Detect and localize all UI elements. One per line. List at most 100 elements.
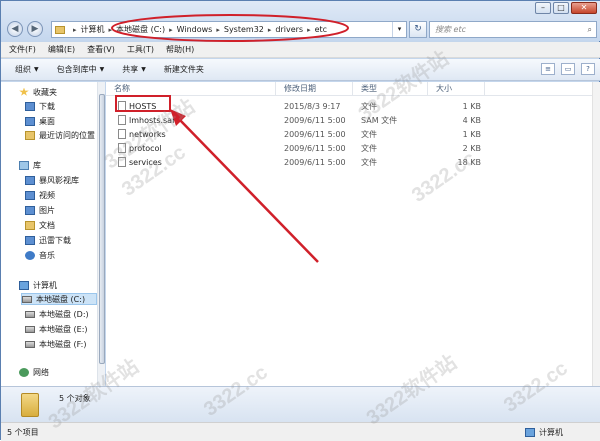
sidebar-item-pictures[interactable]: 图片 xyxy=(25,204,55,216)
sidebar-item-drive-f[interactable]: 本地磁盘 (F:) xyxy=(25,338,86,350)
file-list: 名称 修改日期 类型 大小 HOSTS 2015/8/3 9:17 文件 1 K… xyxy=(106,82,600,386)
file-size: 1 KB xyxy=(462,129,481,139)
chevron-down-icon: ▼ xyxy=(141,66,146,73)
computer-icon xyxy=(525,428,535,437)
new-folder-label: 新建文件夹 xyxy=(163,65,204,74)
file-modified: 2009/6/11 5:00 xyxy=(284,115,346,125)
content-scrollbar[interactable] xyxy=(592,82,600,386)
file-icon xyxy=(118,129,126,139)
sidebar-item-downloads[interactable]: 下载 xyxy=(25,100,55,112)
breadcrumb-separator[interactable]: ▸ xyxy=(169,26,173,34)
sidebar-item-drive-d[interactable]: 本地磁盘 (D:) xyxy=(25,308,89,320)
view-controls: ≡ ▭ ? xyxy=(541,63,595,75)
file-type: SAM 文件 xyxy=(361,115,398,125)
new-folder-button[interactable]: 新建文件夹 xyxy=(164,64,204,75)
sidebar-item-label: 网络 xyxy=(33,367,49,377)
column-size[interactable]: 大小 xyxy=(428,82,485,95)
table-row[interactable]: services 2009/6/11 5:00 文件 18 KB xyxy=(106,155,600,169)
sidebar-item-network[interactable]: 网络 xyxy=(19,366,49,378)
sidebar-item-drive-c[interactable]: 本地磁盘 (C:) xyxy=(21,293,97,305)
pictures-icon xyxy=(25,205,35,215)
table-row[interactable]: protocol 2009/6/11 5:00 文件 2 KB xyxy=(106,141,600,155)
share-button[interactable]: 共享 ▼ xyxy=(122,64,146,75)
nav-scrollbar[interactable] xyxy=(97,82,105,386)
search-input[interactable]: 搜索 etc ⌕ xyxy=(429,21,597,38)
refresh-button[interactable]: ↻ xyxy=(409,21,427,38)
include-library-button[interactable]: 包含到库中 ▼ xyxy=(57,64,105,75)
nav-scroll-thumb[interactable] xyxy=(99,94,105,364)
sidebar-item-label: 计算机 xyxy=(33,280,57,290)
sidebar-item-label: 本地磁盘 (E:) xyxy=(39,324,88,334)
sidebar-item-music[interactable]: 音乐 xyxy=(25,249,55,261)
table-row[interactable]: networks 2009/6/11 5:00 文件 1 KB xyxy=(106,127,600,141)
search-placeholder: 搜索 etc xyxy=(435,25,466,34)
sidebar-item-documents[interactable]: 文档 xyxy=(25,219,55,231)
minimize-button[interactable]: – xyxy=(535,2,551,14)
file-size: 4 KB xyxy=(462,115,481,125)
file-name: HOSTS xyxy=(129,101,157,111)
file-modified: 2009/6/11 5:00 xyxy=(284,143,346,153)
table-row[interactable]: HOSTS 2015/8/3 9:17 文件 1 KB xyxy=(106,99,600,113)
breadcrumb-windows[interactable]: Windows xyxy=(177,25,213,34)
menu-view[interactable]: 查看(V) xyxy=(87,44,115,55)
table-row[interactable]: lmhosts.sam 2009/6/11 5:00 SAM 文件 4 KB xyxy=(106,113,600,127)
sidebar-item-libraries[interactable]: 库 xyxy=(19,159,41,171)
sidebar-item-label: 本地磁盘 (D:) xyxy=(39,309,89,319)
preview-pane-icon[interactable]: ▭ xyxy=(561,63,575,75)
item-count: 5 个对象 xyxy=(59,394,91,403)
sidebar-item-label: 库 xyxy=(33,160,41,170)
sidebar-item-baofeng[interactable]: 暴风影视库 xyxy=(25,174,79,186)
sidebar-item-videos[interactable]: 视频 xyxy=(25,189,55,201)
column-name[interactable]: 名称 xyxy=(106,82,276,95)
menu-tools[interactable]: 工具(T) xyxy=(127,44,154,55)
breadcrumb-separator[interactable]: ▸ xyxy=(268,26,272,34)
sidebar-item-drive-e[interactable]: 本地磁盘 (E:) xyxy=(25,323,88,335)
file-icon xyxy=(118,115,126,125)
file-name: lmhosts.sam xyxy=(129,115,180,125)
breadcrumb-separator[interactable]: ▸ xyxy=(109,26,113,34)
sidebar-item-desktop[interactable]: 桌面 xyxy=(25,115,55,127)
sidebar-item-label: 音乐 xyxy=(39,250,55,260)
menu-help[interactable]: 帮助(H) xyxy=(166,44,194,55)
network-icon xyxy=(19,367,29,377)
sidebar-item-label: 本地磁盘 (F:) xyxy=(39,339,87,349)
file-icon xyxy=(118,143,126,153)
breadcrumb-computer[interactable]: 计算机 xyxy=(81,24,105,35)
breadcrumb-drive-c[interactable]: 本地磁盘 (C:) xyxy=(116,24,165,35)
file-modified: 2009/6/11 5:00 xyxy=(284,129,346,139)
sidebar-item-thunder[interactable]: 迅雷下载 xyxy=(25,234,71,246)
search-icon[interactable]: ⌕ xyxy=(588,22,592,37)
address-bar[interactable]: ▸ 计算机 ▸ 本地磁盘 (C:) ▸ Windows ▸ System32 ▸… xyxy=(51,21,407,38)
file-type: 文件 xyxy=(361,143,377,153)
sidebar-item-label: 桌面 xyxy=(39,116,55,126)
organize-button[interactable]: 组织 ▼ xyxy=(15,64,39,75)
breadcrumb-etc[interactable]: etc xyxy=(315,25,327,34)
column-modified[interactable]: 修改日期 xyxy=(276,82,353,95)
sidebar-item-recent[interactable]: 最近访问的位置 xyxy=(25,129,95,141)
column-type[interactable]: 类型 xyxy=(353,82,428,95)
sidebar-item-computer[interactable]: 计算机 xyxy=(19,279,57,291)
menu-file[interactable]: 文件(F) xyxy=(9,44,36,55)
help-icon[interactable]: ? xyxy=(581,63,595,75)
breadcrumb-separator[interactable]: ▸ xyxy=(307,26,311,34)
breadcrumb-system32[interactable]: System32 xyxy=(224,25,264,34)
address-dropdown-icon[interactable]: ▾ xyxy=(392,22,406,37)
sidebar-item-label: 最近访问的位置 xyxy=(39,130,95,140)
drive-icon xyxy=(25,325,35,333)
breadcrumb-separator[interactable]: ▸ xyxy=(216,26,220,34)
explorer-window: – □ ✕ ◀ ▶ ▸ 计算机 ▸ 本地磁盘 (C:) ▸ Windows ▸ … xyxy=(0,0,600,441)
music-icon xyxy=(25,250,35,260)
close-button[interactable]: ✕ xyxy=(571,2,597,14)
file-size: 1 KB xyxy=(462,101,481,111)
details-pane: 5 个对象 xyxy=(1,386,600,422)
sidebar-item-favorites[interactable]: 收藏夹 xyxy=(19,86,57,98)
sidebar-item-label: 本地磁盘 (C:) xyxy=(36,294,86,304)
video-icon xyxy=(25,190,35,200)
command-bar: 组织 ▼ 包含到库中 ▼ 共享 ▼ 新建文件夹 ≡ ▭ ? xyxy=(1,59,600,81)
maximize-button[interactable]: □ xyxy=(553,2,569,14)
menu-edit[interactable]: 编辑(E) xyxy=(48,44,75,55)
forward-button[interactable]: ▶ xyxy=(27,21,43,37)
breadcrumb-drivers[interactable]: drivers xyxy=(275,25,303,34)
view-options-icon[interactable]: ≡ xyxy=(541,63,555,75)
back-button[interactable]: ◀ xyxy=(7,21,23,37)
